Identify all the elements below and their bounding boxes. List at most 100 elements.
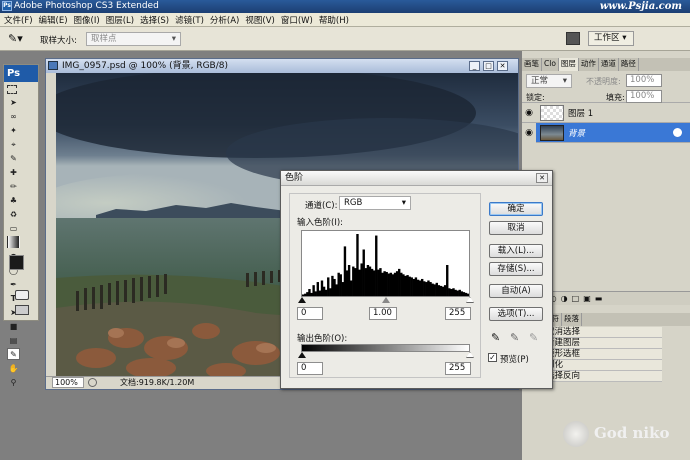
eraser-tool-icon[interactable]: ▭ <box>7 222 20 234</box>
hand-tool-icon[interactable]: ✋ <box>7 362 20 374</box>
histogram-bar <box>418 280 422 296</box>
lasso-tool-icon[interactable]: ∞ <box>7 110 20 122</box>
output-black-field[interactable]: 0 <box>297 362 323 375</box>
fill-field[interactable]: 100% <box>626 90 662 103</box>
brush-tool-icon[interactable]: ✏ <box>7 180 20 192</box>
menu-item[interactable]: 窗口(W) <box>281 14 313 26</box>
histogram-bar <box>329 288 332 296</box>
input-slider-track[interactable] <box>298 297 474 305</box>
histogram-bar <box>427 280 430 296</box>
menu-item[interactable]: 视图(V) <box>245 14 274 26</box>
notes-tool-icon[interactable]: ▤ <box>7 334 20 346</box>
menu-item[interactable]: 文件(F) <box>4 14 33 26</box>
menu-item[interactable]: 帮助(H) <box>319 14 349 26</box>
input-black-field[interactable]: 0 <box>297 307 323 320</box>
panel-tab[interactable]: Clo <box>542 58 559 71</box>
panel-tab[interactable]: 图层 <box>558 58 579 71</box>
marquee-tool-icon[interactable] <box>7 85 17 94</box>
adjustment-icon[interactable]: ◑ <box>561 294 572 303</box>
crop-tool-icon[interactable]: ⌖ <box>7 138 20 150</box>
white-point-eyedropper-icon[interactable]: ✎ <box>529 331 538 344</box>
menu-item[interactable]: 编辑(E) <box>39 14 68 26</box>
channel-select[interactable]: RGB ▾ <box>339 196 411 210</box>
menu-item[interactable]: 选择(S) <box>140 14 169 26</box>
visibility-eye-icon[interactable]: ◉ <box>522 122 536 143</box>
maximize-icon[interactable]: □ <box>483 61 494 71</box>
move-tool-icon[interactable]: ➤ <box>7 96 20 108</box>
status-info-icon[interactable] <box>88 378 97 387</box>
gray-point-eyedropper-icon[interactable]: ✎ <box>510 331 519 344</box>
histogram-bar <box>327 277 330 296</box>
ok-button[interactable]: 确定 <box>489 202 543 216</box>
cancel-button[interactable]: 取消 <box>489 221 543 235</box>
histogram-bar <box>389 272 393 296</box>
eyedropper-icon[interactable]: ✎▾ <box>8 32 26 46</box>
zoom-tool-icon[interactable]: ⚲ <box>7 376 20 388</box>
input-gamma-slider[interactable] <box>382 297 390 303</box>
trash-icon[interactable]: ▬ <box>595 294 607 303</box>
input-black-slider[interactable] <box>298 297 306 303</box>
panel-tab[interactable]: 路径 <box>619 58 639 71</box>
shape-tool-icon[interactable]: ■ <box>7 320 20 332</box>
output-slider-track[interactable] <box>298 352 474 359</box>
histogram-bar <box>439 285 443 296</box>
panel-tab[interactable]: 动作 <box>579 58 599 71</box>
output-black-slider[interactable] <box>298 352 306 358</box>
sample-size-select[interactable]: 取样点 ▾ <box>86 32 181 46</box>
group-icon[interactable]: □ <box>572 294 584 303</box>
menu-item[interactable]: 分析(A) <box>210 14 239 26</box>
panel-tab[interactable]: 通道 <box>599 58 619 71</box>
toolbox-logo: Ps <box>4 65 38 82</box>
output-white-field[interactable]: 255 <box>445 362 471 375</box>
zoom-level[interactable]: 100% <box>52 377 84 388</box>
panel-tab[interactable]: 段落 <box>562 313 582 326</box>
histogram-bar <box>356 234 359 296</box>
input-gamma-field[interactable]: 1.00 <box>369 307 397 320</box>
workspace-menu[interactable]: 工作区 ▾ <box>588 31 634 46</box>
slice-tool-icon[interactable]: ✎ <box>7 152 20 164</box>
close-icon[interactable]: ✕ <box>497 61 508 71</box>
minimize-icon[interactable]: _ <box>469 61 480 71</box>
quick-mask-icon[interactable] <box>15 290 29 300</box>
histogram-bar <box>362 249 365 296</box>
opacity-field[interactable]: 100% <box>626 74 662 87</box>
dialog-close-icon[interactable]: ✕ <box>536 173 548 183</box>
histogram-bar <box>387 273 390 296</box>
menu-item[interactable]: 图层(L) <box>106 14 134 26</box>
histogram <box>301 230 470 297</box>
options-button[interactable]: 选项(T)... <box>489 307 543 321</box>
gradient-tool-icon[interactable] <box>7 236 20 248</box>
histogram-bar <box>464 292 468 296</box>
histogram-bar <box>420 278 424 296</box>
workspace-icon[interactable] <box>566 32 580 45</box>
histogram-bar <box>339 274 342 296</box>
healing-brush-icon[interactable]: ✚ <box>7 166 20 178</box>
input-white-field[interactable]: 255 <box>445 307 471 320</box>
preview-checkbox[interactable]: ✓ <box>488 353 497 362</box>
menu-item[interactable]: 图像(I) <box>74 14 100 26</box>
load-button[interactable]: 载入(L)... <box>489 244 543 258</box>
histogram-bar <box>375 235 378 296</box>
panel-tab[interactable]: 画笔 <box>522 58 542 71</box>
screen-mode-icon[interactable] <box>15 305 29 315</box>
pen-tool-icon[interactable]: ✒ <box>7 278 20 290</box>
new-layer-icon[interactable]: ▣ <box>583 294 595 303</box>
input-levels-label: 输入色阶(I): <box>297 218 344 228</box>
save-button[interactable]: 存储(S)... <box>489 262 543 276</box>
histogram-bar <box>460 291 464 296</box>
histogram-bar <box>425 282 428 296</box>
foreground-color-swatch[interactable] <box>9 255 24 270</box>
blend-mode-select[interactable]: 正常 ▾ <box>526 74 572 88</box>
auto-button[interactable]: 自动(A) <box>489 284 543 298</box>
layer-row-selected[interactable]: ◉ 背景 <box>522 122 690 143</box>
black-point-eyedropper-icon[interactable]: ✎ <box>491 331 500 344</box>
menu-item[interactable]: 滤镜(T) <box>175 14 204 26</box>
visibility-eye-icon[interactable]: ◉ <box>522 108 536 118</box>
clone-stamp-icon[interactable]: ♣ <box>7 194 20 206</box>
eyedropper-tool-icon[interactable]: ✎ <box>7 348 20 360</box>
history-brush-icon[interactable]: ♻ <box>7 208 20 220</box>
layer-row[interactable]: ◉ 图层 1 <box>522 103 690 123</box>
document-size-info: 文档:919.8K/1.20M <box>120 378 195 387</box>
magic-wand-icon[interactable]: ✦ <box>7 124 20 136</box>
app-title-bar: Adobe Photoshop CS3 Extended <box>0 0 690 13</box>
